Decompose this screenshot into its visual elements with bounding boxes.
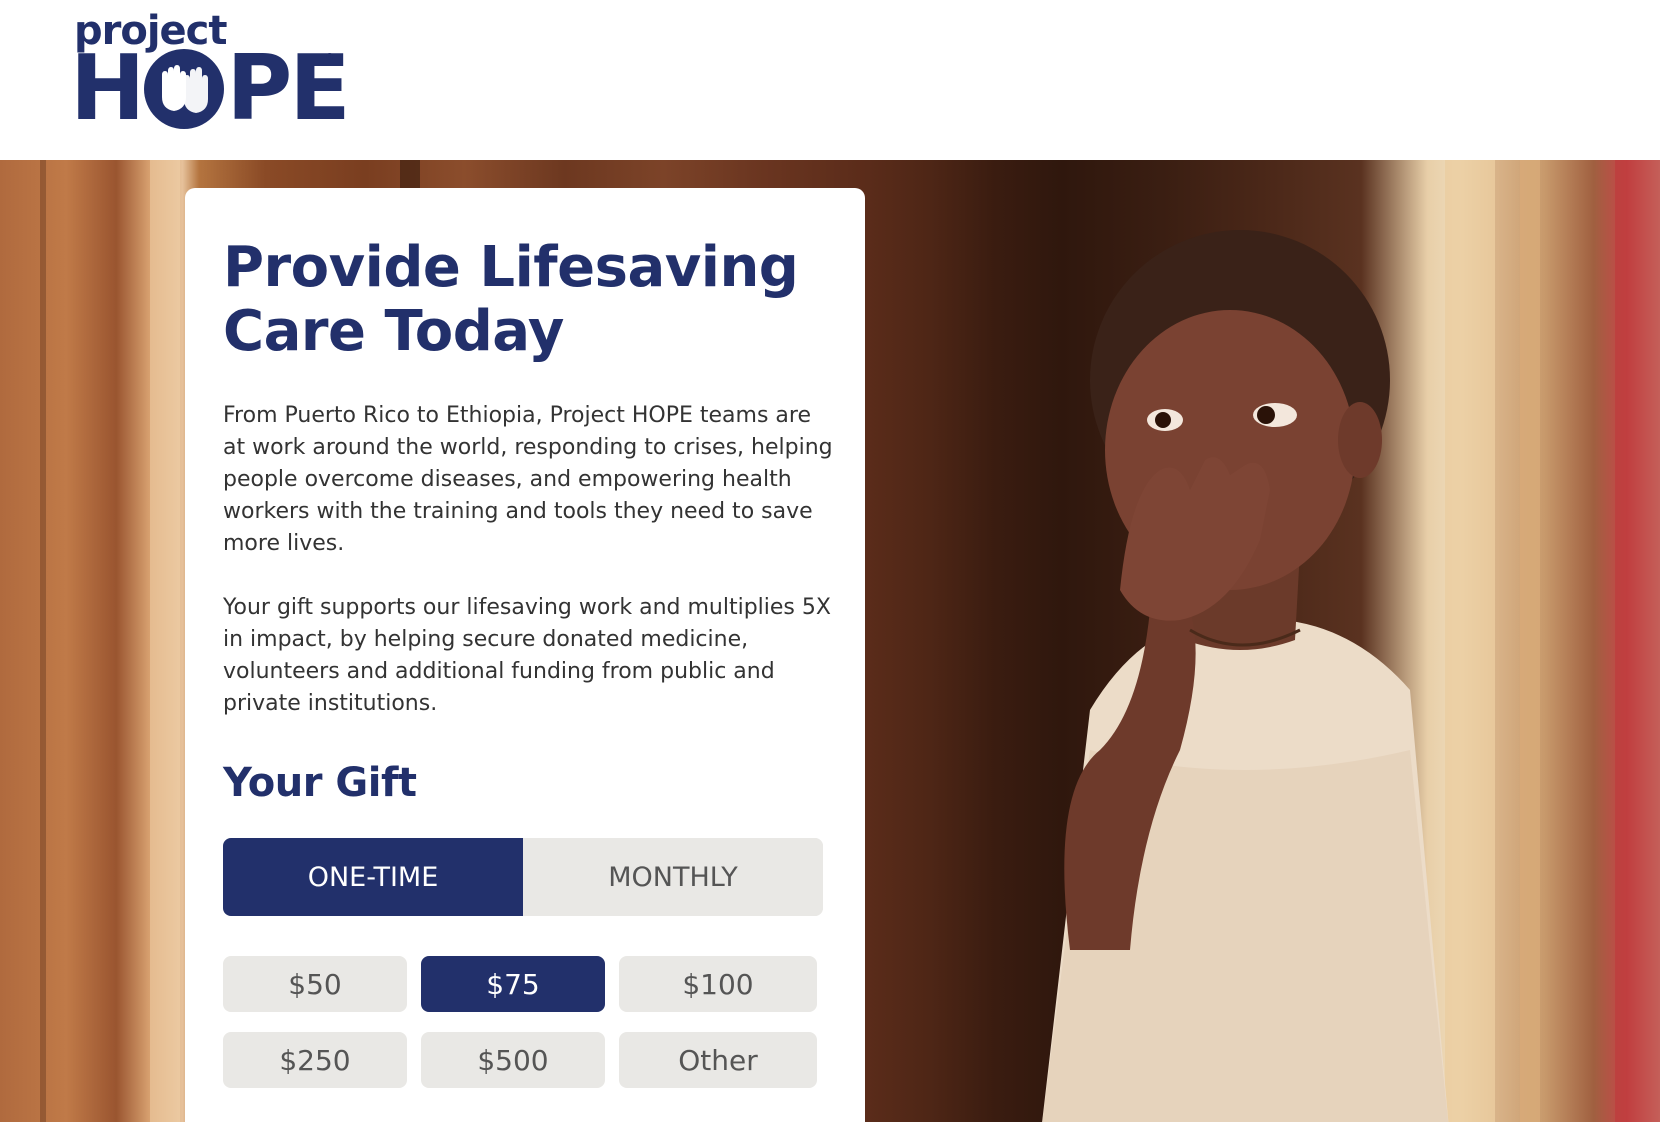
hands-icon — [144, 49, 225, 129]
frequency-toggle: ONE-TIME MONTHLY — [223, 838, 823, 916]
intro-paragraph: From Puerto Rico to Ethiopia, Project HO… — [223, 403, 833, 556]
impact-paragraph: Your gift supports our lifesaving work a… — [223, 595, 831, 716]
amount-500-button[interactable]: $500 — [421, 1032, 605, 1088]
wood-plank — [150, 160, 180, 1122]
project-hope-logo[interactable]: project H PE ® — [70, 8, 351, 134]
registered-mark: ® — [326, 52, 334, 63]
monthly-button[interactable]: MONTHLY — [523, 838, 823, 916]
red-wall — [1615, 160, 1660, 1122]
amount-other-button[interactable]: Other — [619, 1032, 817, 1088]
door-frame — [1520, 160, 1540, 1122]
donation-card: Provide Lifesaving Care Today From Puert… — [185, 188, 865, 1148]
wood-plank — [40, 160, 46, 1122]
your-gift-heading: Your Gift — [223, 760, 417, 806]
site-header: project H PE ® — [0, 0, 1660, 160]
door-frame — [1445, 160, 1495, 1122]
logo-hope-text: H PE — [70, 36, 351, 141]
logo-h: H — [70, 36, 145, 141]
amount-50-button[interactable]: $50 — [223, 956, 407, 1012]
amount-250-button[interactable]: $250 — [223, 1032, 407, 1088]
amount-75-button[interactable]: $75 — [421, 956, 605, 1012]
one-time-button[interactable]: ONE-TIME — [223, 838, 523, 916]
page-headline: Provide Lifesaving Care Today — [223, 235, 799, 364]
amount-100-button[interactable]: $100 — [619, 956, 817, 1012]
child-photo — [1042, 230, 1449, 1122]
